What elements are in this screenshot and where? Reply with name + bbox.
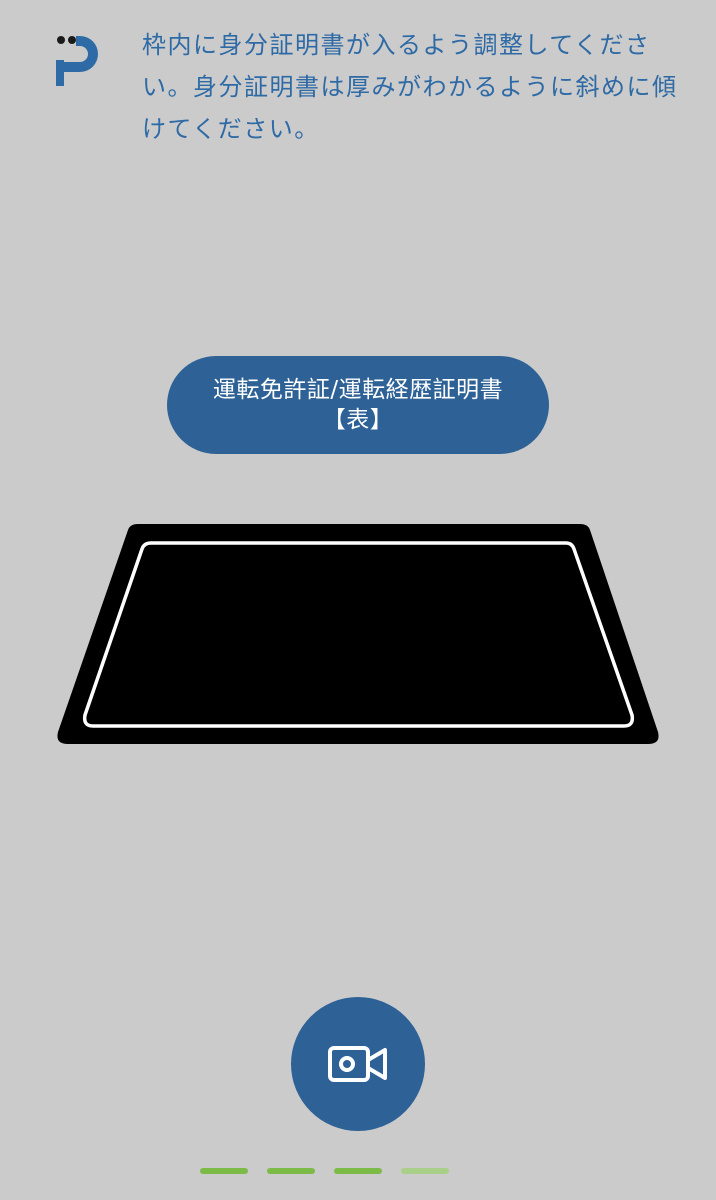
progress-step <box>267 1168 315 1174</box>
document-type-label: 運転免許証/運転経歴証明書 【表】 <box>167 356 549 454</box>
instruction-text: 枠内に身分証明書が入るよう調整してください。身分証明書は厚みがわかるように斜めに… <box>142 31 678 143</box>
progress-step <box>334 1168 382 1174</box>
card-guide-frame <box>52 518 664 752</box>
progress-step <box>200 1168 248 1174</box>
document-type-name: 運転免許証/運転経歴証明書 <box>212 377 504 403</box>
step-progress-indicator <box>200 1168 449 1174</box>
camera-capture-button[interactable] <box>291 997 425 1131</box>
progress-step <box>401 1168 449 1174</box>
brand-logo-icon <box>56 36 98 86</box>
video-camera-icon <box>328 1046 387 1082</box>
app-logo <box>52 32 108 90</box>
document-side-label: 【表】 <box>322 407 394 433</box>
